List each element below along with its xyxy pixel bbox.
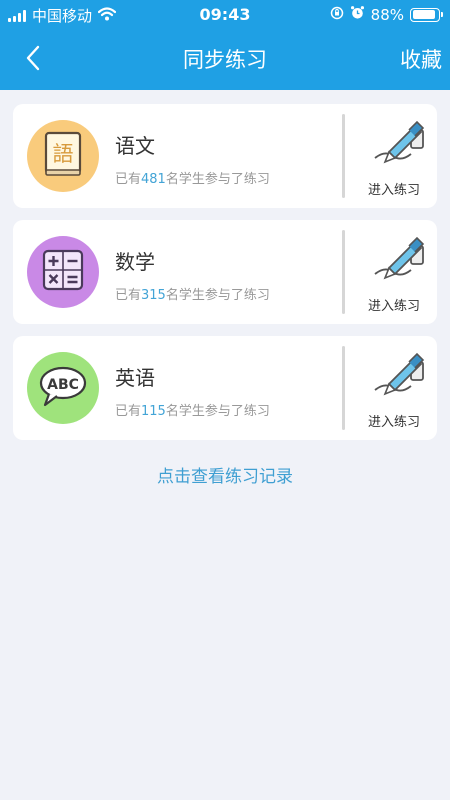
enter-practice-label: 进入练习 <box>367 415 420 430</box>
abc-speech-bubble-icon: ABC <box>37 363 89 413</box>
subject-name: 英语 <box>115 366 155 390</box>
count-suffix: 名学生参与了练习 <box>165 288 270 303</box>
divider <box>342 114 345 198</box>
count-suffix: 名学生参与了练习 <box>165 172 270 187</box>
chinese-book-icon: 語 <box>41 130 85 182</box>
subject-name: 语文 <box>115 134 155 158</box>
count-number: 481 <box>141 172 166 187</box>
subject-card-chinese[interactable]: 語 语文 已有481名学生参与了练习 进入练习 <box>13 104 437 208</box>
pen-writing-icon <box>374 352 425 396</box>
count-prefix: 已有 <box>115 404 142 419</box>
battery-percent: 88% <box>370 5 404 24</box>
pen-writing-icon <box>374 120 425 164</box>
subject-card-english[interactable]: ABC 英语 已有115名学生参与了练习 进入练习 <box>13 336 437 440</box>
page-title: 同步练习 <box>183 48 267 72</box>
subject-icon-bg: 語 <box>27 120 99 192</box>
enter-practice-button[interactable]: 进入练习 <box>353 116 435 200</box>
svg-text:ABC: ABC <box>47 377 79 393</box>
participant-count: 已有115名学生参与了练习 <box>115 400 270 419</box>
status-bar: 中国移动 09:43 88% <box>0 0 450 30</box>
alarm-icon <box>350 5 365 24</box>
enter-practice-button[interactable]: 进入练习 <box>353 232 435 316</box>
participant-count: 已有315名学生参与了练习 <box>115 284 270 303</box>
subject-card-math[interactable]: 数学 已有315名学生参与了练习 进入练习 <box>13 220 437 324</box>
participant-count: 已有481名学生参与了练习 <box>115 168 270 187</box>
count-prefix: 已有 <box>115 172 142 187</box>
nav-bar: 同步练习 收藏 <box>0 30 450 90</box>
svg-text:語: 語 <box>53 142 74 166</box>
battery-icon <box>410 7 443 22</box>
status-right: 88% <box>330 5 443 24</box>
count-number: 115 <box>141 404 166 419</box>
subject-icon-bg: ABC <box>27 352 99 424</box>
divider <box>342 230 345 314</box>
enter-practice-label: 进入练习 <box>367 183 420 198</box>
subject-name: 数学 <box>115 250 155 274</box>
view-records-link[interactable]: 点击查看练习记录 <box>0 462 450 487</box>
orientation-lock-icon <box>330 6 344 24</box>
count-prefix: 已有 <box>115 288 142 303</box>
app-header: 中国移动 09:43 88% 同步练习 收藏 <box>0 0 450 90</box>
enter-practice-button[interactable]: 进入练习 <box>353 348 435 432</box>
calculator-icon <box>40 247 86 297</box>
subject-icon-bg <box>27 236 99 308</box>
count-number: 315 <box>141 288 166 303</box>
favorites-button[interactable]: 收藏 <box>400 44 442 74</box>
divider <box>342 346 345 430</box>
count-suffix: 名学生参与了练习 <box>165 404 270 419</box>
enter-practice-label: 进入练习 <box>367 299 420 314</box>
pen-writing-icon <box>374 236 425 280</box>
